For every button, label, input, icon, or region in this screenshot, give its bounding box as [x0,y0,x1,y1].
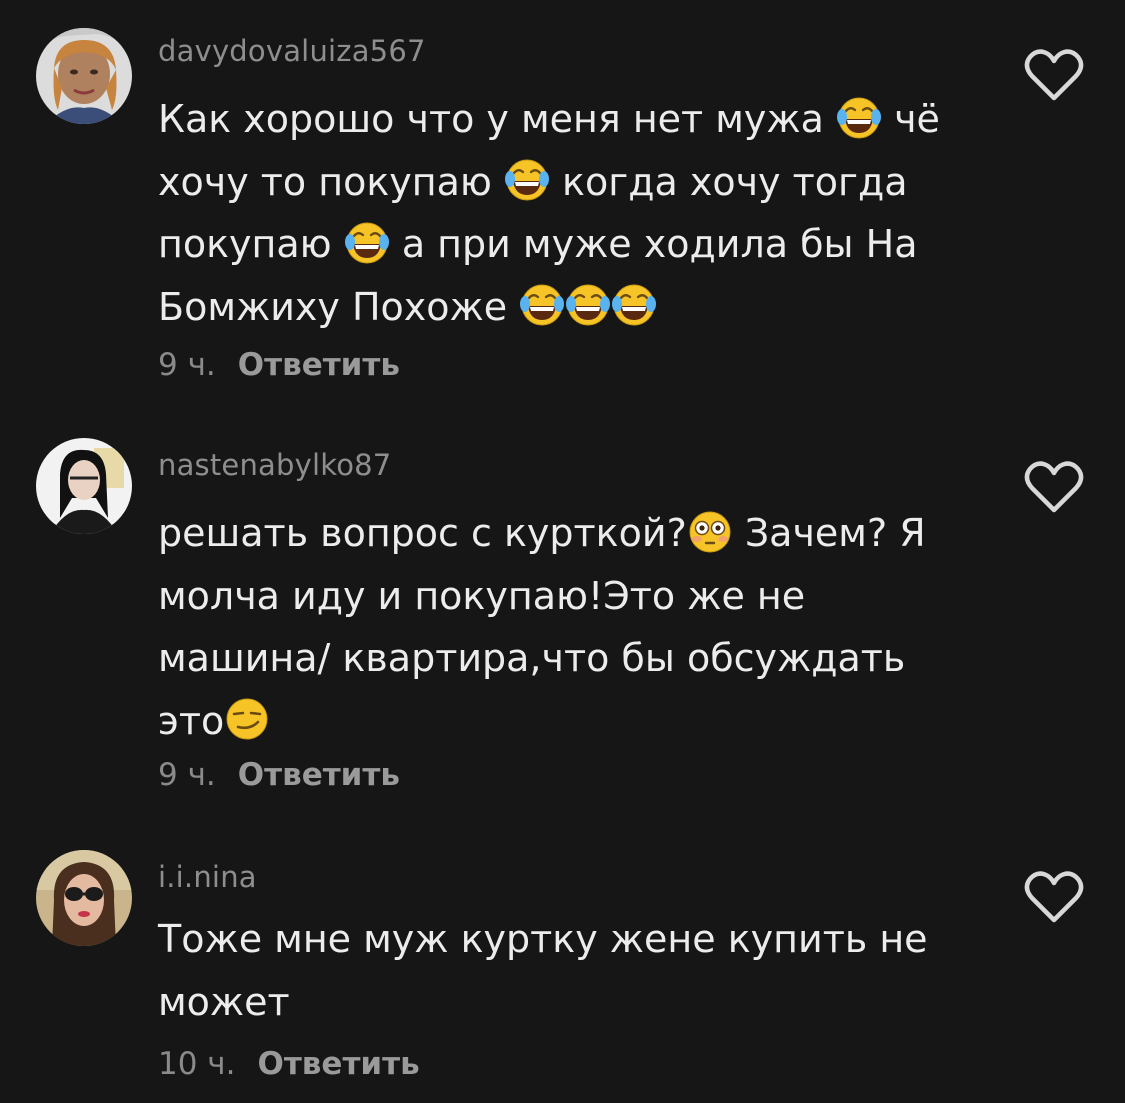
like-button[interactable] [1024,458,1084,518]
comment-meta: 9 ч. Ответить [158,347,400,383]
comments-page: davydovaluiza567 Как хорошо что у меня н… [0,0,1125,1103]
comment-text: решать вопрос с курткой? Зачем? Я молча и… [158,502,978,752]
comment-text-segment: это [158,698,225,743]
heart-outline-icon [1024,49,1084,101]
comment-username[interactable]: nastenabylko87 [158,448,391,482]
comment-text: Тоже мне муж куртку жене купить не может [158,908,978,1033]
comment-text: Как хорошо что у меня нет мужа чё хочу то… [158,88,978,338]
comment-time: 9 ч. [158,757,216,793]
comment-text-line: Бомжиху Похоже [158,276,978,339]
comment-text-segment: может [158,979,290,1024]
avatar[interactable] [36,850,132,946]
face-with-tears-of-joy-emoji [504,157,550,203]
reply-button[interactable]: Ответить [238,347,400,383]
comment-text-segment: молча иду и покупаю!Это же не [158,573,806,618]
comment-text-segment: решать вопрос с курткой? [158,511,687,555]
comment-time: 9 ч. [158,347,216,383]
like-button[interactable] [1024,46,1084,106]
comment-meta: 9 ч. Ответить [158,757,400,793]
comment-username[interactable]: davydovaluiza567 [158,34,426,68]
comment-text-segment: хочу то покупаю [158,159,504,204]
comment-text-line: может [158,971,978,1034]
comment-text-line: покупаю а при муже ходила бы На [158,213,978,276]
heart-outline-icon [1024,871,1084,923]
comment-text-line: Тоже мне муж куртку жене купить не [158,908,978,971]
reply-button[interactable]: Ответить [257,1046,419,1082]
comment-time: 10 ч. [158,1046,236,1082]
heart-outline-icon [1024,461,1084,513]
face-with-tears-of-joy-emoji [611,282,657,328]
avatar[interactable] [36,28,132,124]
comment-text-segment: Тоже мне муж куртку жене купить не [158,917,928,961]
face-with-tears-of-joy-emoji [836,95,882,141]
comment-text-line: решать вопрос с курткой? Зачем? Я [158,502,978,565]
comment-text-line: хочу то покупаю когда хочу тогда [158,151,978,214]
comment-text-line: это [158,690,978,753]
comment-text-segment: а при муже ходила бы На [389,222,918,266]
face-with-tears-of-joy-emoji [565,282,611,328]
comment-text-segment: покупаю [158,222,344,266]
comment-text-segment: Как хорошо что у меня нет мужа [158,97,837,141]
avatar[interactable] [36,438,132,534]
face-with-tears-of-joy-emoji [519,282,565,328]
face-with-tears-of-joy-emoji [344,220,390,266]
comment-text-line: Как хорошо что у меня нет мужа чё [158,88,978,151]
comment-text-segment: чё [882,97,940,141]
comment-text-segment: машина/ квартира,что бы обсуждать [158,636,906,680]
flushed-face-emoji [687,509,733,555]
comment-username[interactable]: i.i.nina [158,860,257,894]
like-button[interactable] [1024,868,1084,928]
comment-text-segment: Зачем? Я [732,511,926,555]
comment-text-segment: Бомжиху Похоже [158,284,520,329]
reply-button[interactable]: Ответить [238,757,400,793]
comment-text-line: машина/ квартира,что бы обсуждать [158,627,978,690]
smirking-face-emoji [224,696,270,742]
comment-meta: 10 ч. Ответить [158,1046,420,1082]
comment-text-line: молча иду и покупаю!Это же не [158,565,978,628]
comment-text-segment: когда хочу тогда [549,159,908,204]
